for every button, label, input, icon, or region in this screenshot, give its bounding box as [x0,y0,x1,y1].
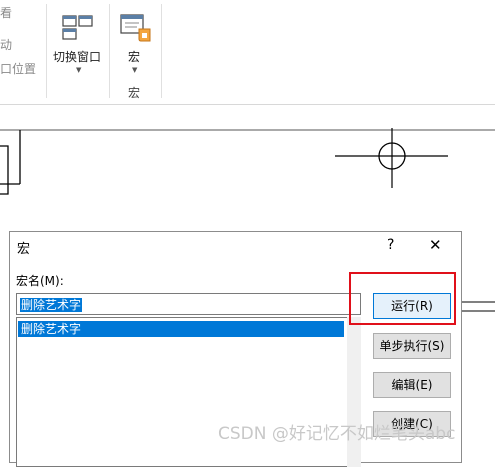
list-item[interactable]: 删除艺术字 [18,321,344,337]
macro-icon [120,14,151,42]
switch-window-label: 切换窗口 [53,50,102,64]
dialog-title: 宏 [17,242,31,257]
ribbon-partial-item[interactable]: 看 [0,6,12,20]
chevron-down-icon: ▼ [132,66,138,74]
ribbon-separator [46,4,47,98]
step-into-button[interactable]: 单步执行(S) [373,333,451,359]
watermark: CSDN @好记忆不如烂笔头abc [218,424,456,444]
edit-button[interactable]: 编辑(E) [373,372,451,398]
macro-list[interactable]: 删除艺术字 [16,317,356,467]
macro-name-input[interactable]: 删除艺术字 [16,293,361,315]
macro-label: 宏 [128,50,141,64]
ribbon-partial-item[interactable]: 口位置 [0,62,36,76]
macro-name-label: 宏名(M): [16,274,64,288]
ribbon: 看 动 口位置 切换窗口 ▼ 宏 ▼ 宏 [0,0,495,105]
close-button[interactable]: ✕ [429,236,442,254]
scrollbar[interactable] [347,317,361,467]
windows-icon [62,15,93,40]
ribbon-separator [161,4,162,98]
macro-name-value: 删除艺术字 [20,298,83,312]
ribbon-group-label: 宏 [128,86,141,100]
help-button[interactable]: ? [387,237,394,253]
ribbon-separator [109,4,110,98]
highlight-box [349,272,456,325]
chevron-down-icon: ▼ [76,66,82,74]
ribbon-partial-item[interactable]: 动 [0,38,12,52]
